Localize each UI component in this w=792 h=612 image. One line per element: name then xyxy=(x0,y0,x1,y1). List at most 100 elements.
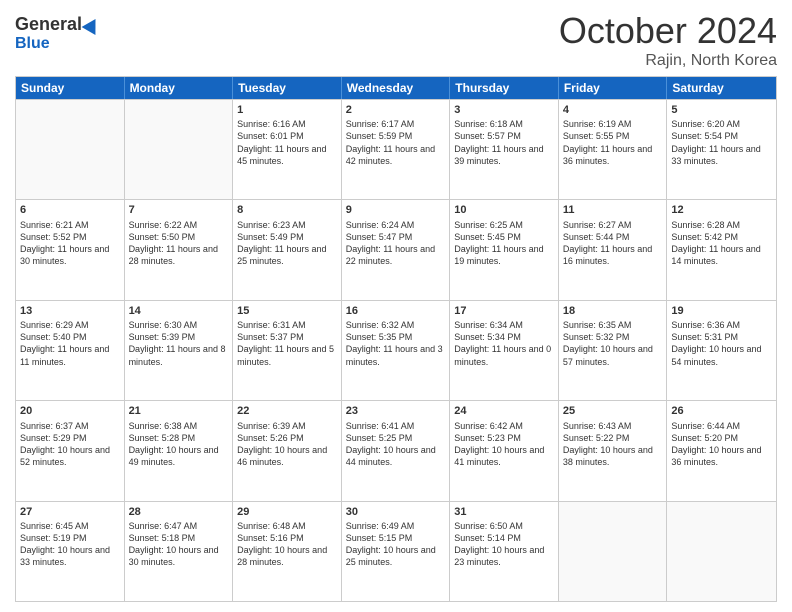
calendar-cell xyxy=(559,502,668,601)
day-number: 31 xyxy=(454,505,554,519)
day-info: Sunrise: 6:21 AMSunset: 5:52 PMDaylight:… xyxy=(20,219,120,268)
day-number: 23 xyxy=(346,404,446,418)
calendar: SundayMondayTuesdayWednesdayThursdayFrid… xyxy=(15,76,777,602)
calendar-cell xyxy=(667,502,776,601)
day-number: 9 xyxy=(346,203,446,217)
calendar-cell: 7Sunrise: 6:22 AMSunset: 5:50 PMDaylight… xyxy=(125,200,234,299)
calendar-cell: 9 Sunrise: 6:24 AMSunset: 5:47 PMDaylight… xyxy=(342,200,451,299)
calendar-header-row: SundayMondayTuesdayWednesdayThursdayFrid… xyxy=(16,77,776,99)
calendar-cell: 8Sunrise: 6:23 AMSunset: 5:49 PMDaylight… xyxy=(233,200,342,299)
day-info: Sunrise: 6:19 AMSunset: 5:55 PMDaylight:… xyxy=(563,118,663,167)
day-number: 27 xyxy=(20,505,120,519)
day-number: 6 xyxy=(20,203,120,217)
calendar-week-3: 13Sunrise: 6:29 AMSunset: 5:40 PMDayligh… xyxy=(16,300,776,400)
day-number: 15 xyxy=(237,304,337,318)
day-number: 5 xyxy=(671,103,772,117)
calendar-header-thursday: Thursday xyxy=(450,77,559,99)
day-info: Sunrise: 6:43 AMSunset: 5:22 PMDaylight:… xyxy=(563,420,663,469)
day-number: 11 xyxy=(563,203,663,217)
day-info: Sunrise: 6:16 AMSunset: 6:01 PMDaylight:… xyxy=(237,118,337,167)
page: General Blue October 2024 Rajin, North K… xyxy=(0,0,792,612)
calendar-cell: 4Sunrise: 6:19 AMSunset: 5:55 PMDaylight… xyxy=(559,100,668,199)
day-info: Sunrise: 6:44 AMSunset: 5:20 PMDaylight:… xyxy=(671,420,772,469)
day-number: 24 xyxy=(454,404,554,418)
calendar-cell: 6 Sunrise: 6:21 AMSunset: 5:52 PMDaylight… xyxy=(16,200,125,299)
calendar-cell: 17Sunrise: 6:34 AMSunset: 5:34 PMDayligh… xyxy=(450,301,559,400)
day-info: Sunrise: 6:24 AMSunset: 5:47 PMDaylight:… xyxy=(346,219,446,268)
day-number: 28 xyxy=(129,505,229,519)
day-info: Sunrise: 6:50 AMSunset: 5:14 PMDaylight:… xyxy=(454,520,554,569)
logo-blue-text: Blue xyxy=(15,35,50,53)
calendar-cell: 19Sunrise: 6:36 AMSunset: 5:31 PMDayligh… xyxy=(667,301,776,400)
header: General Blue October 2024 Rajin, North K… xyxy=(15,10,777,70)
calendar-cell xyxy=(16,100,125,199)
day-info: Sunrise: 6:41 AMSunset: 5:25 PMDaylight:… xyxy=(346,420,446,469)
calendar-body: 1Sunrise: 6:16 AMSunset: 6:01 PMDaylight… xyxy=(16,99,776,601)
title-month: October 2024 xyxy=(559,10,777,52)
calendar-cell: 23 Sunrise: 6:41 AMSunset: 5:25 PMDayligh… xyxy=(342,401,451,500)
day-number: 7 xyxy=(129,203,229,217)
day-number: 8 xyxy=(237,203,337,217)
day-number: 2 xyxy=(346,103,446,117)
day-info: Sunrise: 6:18 AMSunset: 5:57 PMDaylight:… xyxy=(454,118,554,167)
calendar-cell: 15Sunrise: 6:31 AMSunset: 5:37 PMDayligh… xyxy=(233,301,342,400)
calendar-week-2: 6 Sunrise: 6:21 AMSunset: 5:52 PMDaylight… xyxy=(16,199,776,299)
day-info: Sunrise: 6:42 AMSunset: 5:23 PMDaylight:… xyxy=(454,420,554,469)
day-number: 25 xyxy=(563,404,663,418)
calendar-cell: 16Sunrise: 6:32 AMSunset: 5:35 PMDayligh… xyxy=(342,301,451,400)
calendar-header-monday: Monday xyxy=(125,77,234,99)
calendar-cell: 21Sunrise: 6:38 AMSunset: 5:28 PMDayligh… xyxy=(125,401,234,500)
calendar-header-saturday: Saturday xyxy=(667,77,776,99)
day-number: 21 xyxy=(129,404,229,418)
calendar-cell: 2Sunrise: 6:17 AMSunset: 5:59 PMDaylight… xyxy=(342,100,451,199)
calendar-header-wednesday: Wednesday xyxy=(342,77,451,99)
calendar-cell: 25 Sunrise: 6:43 AMSunset: 5:22 PMDayligh… xyxy=(559,401,668,500)
day-info: Sunrise: 6:30 AMSunset: 5:39 PMDaylight:… xyxy=(129,319,229,368)
day-info: Sunrise: 6:32 AMSunset: 5:35 PMDaylight:… xyxy=(346,319,446,368)
day-number: 29 xyxy=(237,505,337,519)
day-info: Sunrise: 6:37 AMSunset: 5:29 PMDaylight:… xyxy=(20,420,120,469)
day-number: 26 xyxy=(671,404,772,418)
day-info: Sunrise: 6:48 AMSunset: 5:16 PMDaylight:… xyxy=(237,520,337,569)
title-block: October 2024 Rajin, North Korea xyxy=(559,10,777,70)
logo-triangle-icon xyxy=(82,14,103,34)
calendar-cell: 24 Sunrise: 6:42 AMSunset: 5:23 PMDayligh… xyxy=(450,401,559,500)
day-info: Sunrise: 6:31 AMSunset: 5:37 PMDaylight:… xyxy=(237,319,337,368)
calendar-cell: 18Sunrise: 6:35 AMSunset: 5:32 PMDayligh… xyxy=(559,301,668,400)
calendar-week-1: 1Sunrise: 6:16 AMSunset: 6:01 PMDaylight… xyxy=(16,99,776,199)
day-info: Sunrise: 6:20 AMSunset: 5:54 PMDaylight:… xyxy=(671,118,772,167)
calendar-week-5: 27Sunrise: 6:45 AMSunset: 5:19 PMDayligh… xyxy=(16,501,776,601)
calendar-cell: 31Sunrise: 6:50 AMSunset: 5:14 PMDayligh… xyxy=(450,502,559,601)
calendar-header-tuesday: Tuesday xyxy=(233,77,342,99)
day-info: Sunrise: 6:36 AMSunset: 5:31 PMDaylight:… xyxy=(671,319,772,368)
day-number: 3 xyxy=(454,103,554,117)
calendar-cell: 28Sunrise: 6:47 AMSunset: 5:18 PMDayligh… xyxy=(125,502,234,601)
calendar-cell: 14Sunrise: 6:30 AMSunset: 5:39 PMDayligh… xyxy=(125,301,234,400)
day-info: Sunrise: 6:47 AMSunset: 5:18 PMDaylight:… xyxy=(129,520,229,569)
day-number: 22 xyxy=(237,404,337,418)
calendar-cell: 20Sunrise: 6:37 AMSunset: 5:29 PMDayligh… xyxy=(16,401,125,500)
calendar-cell: 13Sunrise: 6:29 AMSunset: 5:40 PMDayligh… xyxy=(16,301,125,400)
calendar-cell: 22Sunrise: 6:39 AMSunset: 5:26 PMDayligh… xyxy=(233,401,342,500)
calendar-cell: 27Sunrise: 6:45 AMSunset: 5:19 PMDayligh… xyxy=(16,502,125,601)
day-info: Sunrise: 6:27 AMSunset: 5:44 PMDaylight:… xyxy=(563,219,663,268)
day-info: Sunrise: 6:25 AMSunset: 5:45 PMDaylight:… xyxy=(454,219,554,268)
day-number: 30 xyxy=(346,505,446,519)
title-location: Rajin, North Korea xyxy=(559,52,777,70)
day-number: 16 xyxy=(346,304,446,318)
calendar-cell: 26 Sunrise: 6:44 AMSunset: 5:20 PMDayligh… xyxy=(667,401,776,500)
day-number: 18 xyxy=(563,304,663,318)
logo-general-text: General xyxy=(15,14,82,35)
day-info: Sunrise: 6:35 AMSunset: 5:32 PMDaylight:… xyxy=(563,319,663,368)
calendar-cell: 12Sunrise: 6:28 AMSunset: 5:42 PMDayligh… xyxy=(667,200,776,299)
day-info: Sunrise: 6:29 AMSunset: 5:40 PMDaylight:… xyxy=(20,319,120,368)
calendar-cell: 3Sunrise: 6:18 AMSunset: 5:57 PMDaylight… xyxy=(450,100,559,199)
calendar-cell xyxy=(125,100,234,199)
day-info: Sunrise: 6:34 AMSunset: 5:34 PMDaylight:… xyxy=(454,319,554,368)
day-number: 14 xyxy=(129,304,229,318)
calendar-cell: 5Sunrise: 6:20 AMSunset: 5:54 PMDaylight… xyxy=(667,100,776,199)
calendar-cell: 29Sunrise: 6:48 AMSunset: 5:16 PMDayligh… xyxy=(233,502,342,601)
calendar-header-friday: Friday xyxy=(559,77,668,99)
calendar-header-sunday: Sunday xyxy=(16,77,125,99)
day-info: Sunrise: 6:45 AMSunset: 5:19 PMDaylight:… xyxy=(20,520,120,569)
